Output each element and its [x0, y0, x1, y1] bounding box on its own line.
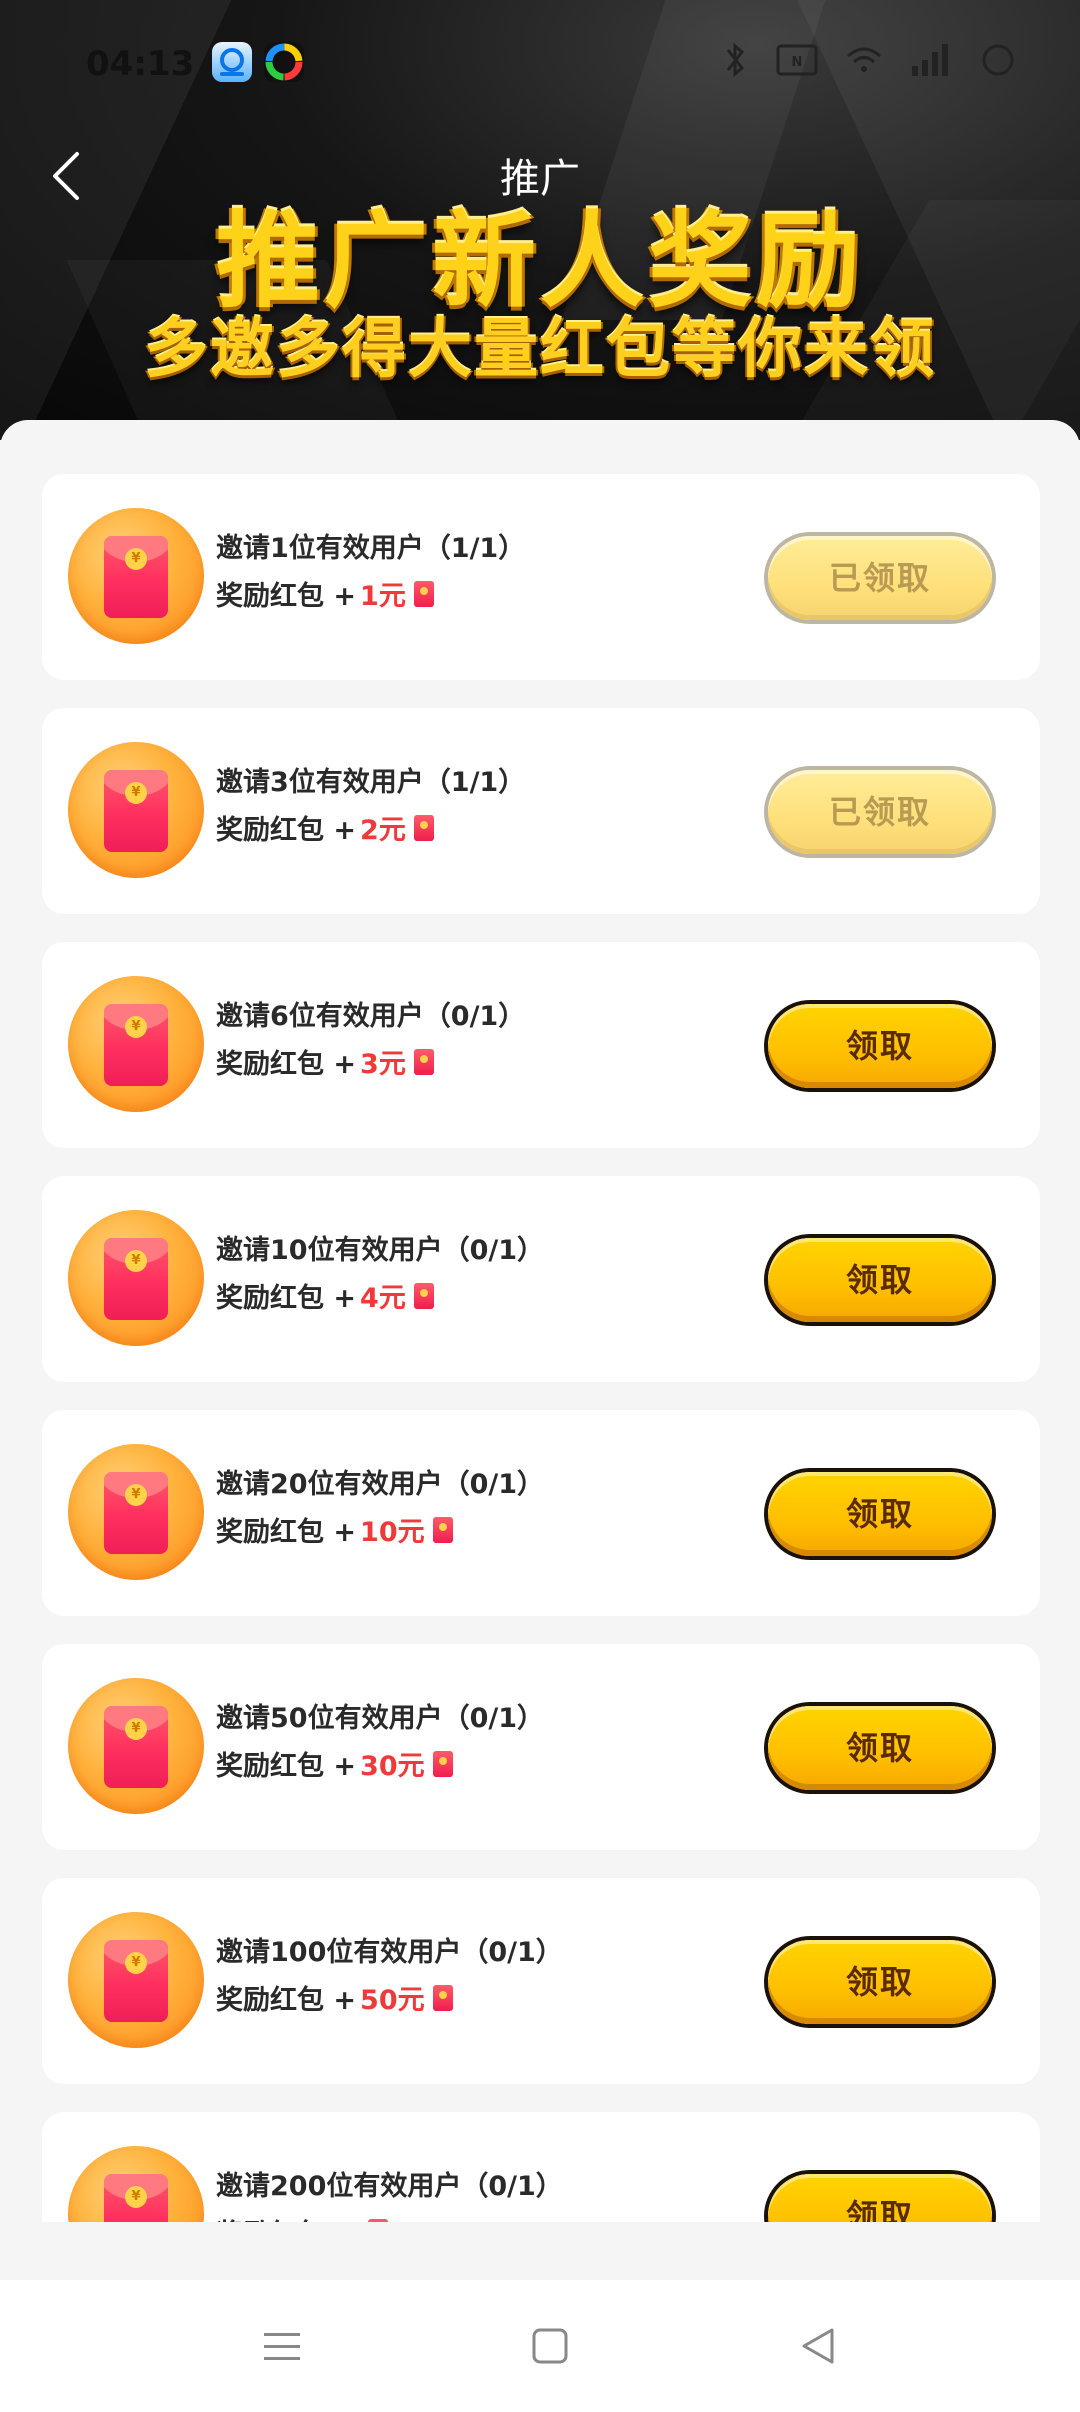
claim-button[interactable]: 领取	[768, 2174, 992, 2222]
red-envelope-coin-icon: ¥	[68, 1678, 204, 1814]
claim-button[interactable]: 领取	[768, 1940, 992, 2024]
svg-text:N: N	[792, 55, 803, 70]
home-button[interactable]	[520, 2316, 580, 2376]
menu-button[interactable]	[252, 2316, 312, 2376]
reward-title: 邀请100位有效用户（0/1）	[216, 1937, 563, 1968]
bluetooth-icon	[720, 40, 750, 89]
signal-icon	[910, 42, 950, 87]
red-envelope-icon	[368, 2218, 389, 2222]
reward-line: 奖励红包 +	[216, 2212, 389, 2222]
red-envelope-coin-icon: ¥	[68, 742, 204, 878]
reward-prefix: 奖励红包 +	[216, 1751, 357, 1782]
reward-title: 邀请6位有效用户（0/1）	[216, 1001, 526, 1032]
promo-header: 04:13 N 推广 推广新人奖励 多邀多得大量红包等你来领	[0, 0, 1080, 440]
reward-amount: 50元	[360, 1985, 425, 2016]
system-nav-bar	[0, 2280, 1080, 2412]
red-envelope-icon	[432, 1750, 453, 1777]
reward-prefix: 奖励红包 +	[216, 1985, 357, 2016]
reward-amount: 1元	[360, 581, 406, 612]
reward-amount: 3元	[360, 1049, 406, 1080]
menu-icon	[264, 2333, 300, 2360]
wifi-icon	[844, 42, 884, 87]
reward-title: 邀请1位有效用户（1/1）	[216, 533, 526, 564]
claim-button[interactable]: 领取	[768, 1238, 992, 1322]
qq-browser-icon	[212, 42, 252, 82]
reward-line: 奖励红包 + 2元	[216, 808, 434, 847]
reward-title: 邀请3位有效用户（1/1）	[216, 767, 526, 798]
reward-card: ¥ 邀请200位有效用户（0/1） 奖励红包 + 领取	[42, 2112, 1040, 2222]
red-envelope-icon	[413, 814, 434, 841]
reward-card: ¥ 邀请6位有效用户（0/1） 奖励红包 + 3元 领取	[42, 942, 1040, 1148]
red-envelope-icon	[432, 1516, 453, 1543]
reward-amount: 10元	[360, 1517, 425, 1548]
red-envelope-coin-icon: ¥	[68, 508, 204, 644]
back-triangle-icon	[802, 2328, 834, 2364]
red-envelope-coin-icon: ¥	[68, 1444, 204, 1580]
red-envelope-coin-icon: ¥	[68, 2146, 204, 2222]
claim-button[interactable]: 领取	[768, 1004, 992, 1088]
claimed-button[interactable]: 已领取	[768, 770, 992, 854]
reward-prefix: 奖励红包 +	[216, 1517, 357, 1548]
claim-button[interactable]: 领取	[768, 1706, 992, 1790]
reward-prefix: 奖励红包 +	[216, 2212, 356, 2222]
status-indicators: N	[720, 40, 1020, 89]
reward-panel: ¥ 邀请1位有效用户（1/1） 奖励红包 + 1元 已领取 ¥ 邀请3位有效用户…	[0, 420, 1080, 2222]
reward-line: 奖励红包 + 3元	[216, 1042, 434, 1081]
reward-card: ¥ 邀请1位有效用户（1/1） 奖励红包 + 1元 已领取	[42, 474, 1040, 680]
reward-amount: 4元	[360, 1283, 406, 1314]
back-nav-button[interactable]	[788, 2316, 848, 2376]
reward-card: ¥ 邀请50位有效用户（0/1） 奖励红包 + 30元 领取	[42, 1644, 1040, 1850]
reward-prefix: 奖励红包 +	[216, 581, 357, 612]
status-time: 04:13	[86, 44, 195, 84]
reward-title: 邀请50位有效用户（0/1）	[216, 1703, 545, 1734]
reward-prefix: 奖励红包 +	[216, 1049, 357, 1080]
claim-button[interactable]: 领取	[768, 1472, 992, 1556]
reward-line: 奖励红包 + 4元	[216, 1276, 434, 1315]
battery-icon	[976, 42, 1020, 87]
nfc-icon: N	[776, 42, 818, 87]
reward-prefix: 奖励红包 +	[216, 815, 357, 846]
reward-line: 奖励红包 + 1元	[216, 574, 434, 613]
reward-prefix: 奖励红包 +	[216, 1283, 357, 1314]
red-envelope-coin-icon: ¥	[68, 1912, 204, 2048]
reward-line: 奖励红包 + 50元	[216, 1978, 453, 2017]
claimed-button[interactable]: 已领取	[768, 536, 992, 620]
reward-title: 邀请10位有效用户（0/1）	[216, 1235, 545, 1266]
reward-card: ¥ 邀请100位有效用户（0/1） 奖励红包 + 50元 领取	[42, 1878, 1040, 2084]
status-bar: 04:13 N	[0, 30, 1080, 94]
reward-title: 邀请20位有效用户（0/1）	[216, 1469, 545, 1500]
red-envelope-icon	[432, 1984, 453, 2011]
red-envelope-icon	[413, 1048, 434, 1075]
reward-list: ¥ 邀请1位有效用户（1/1） 奖励红包 + 1元 已领取 ¥ 邀请3位有效用户…	[42, 474, 1040, 2222]
reward-card: ¥ 邀请20位有效用户（0/1） 奖励红包 + 10元 领取	[42, 1410, 1040, 1616]
red-envelope-coin-icon: ¥	[68, 976, 204, 1112]
reward-amount: 30元	[360, 1751, 425, 1782]
home-square-icon	[532, 2328, 568, 2364]
reward-title: 邀请200位有效用户（0/1）	[216, 2171, 563, 2202]
red-envelope-icon	[413, 580, 434, 607]
red-envelope-coin-icon: ¥	[68, 1210, 204, 1346]
reward-amount: 2元	[360, 815, 406, 846]
reward-card: ¥ 邀请3位有效用户（1/1） 奖励红包 + 2元 已领取	[42, 708, 1040, 914]
reward-line: 奖励红包 + 30元	[216, 1744, 453, 1783]
red-envelope-icon	[413, 1282, 434, 1309]
reward-line: 奖励红包 + 10元	[216, 1510, 453, 1549]
colorful-app-icon	[264, 42, 304, 82]
banner-subtitle: 多邀多得大量红包等你来领	[144, 313, 936, 387]
reward-card: ¥ 邀请10位有效用户（0/1） 奖励红包 + 4元 领取	[42, 1176, 1040, 1382]
